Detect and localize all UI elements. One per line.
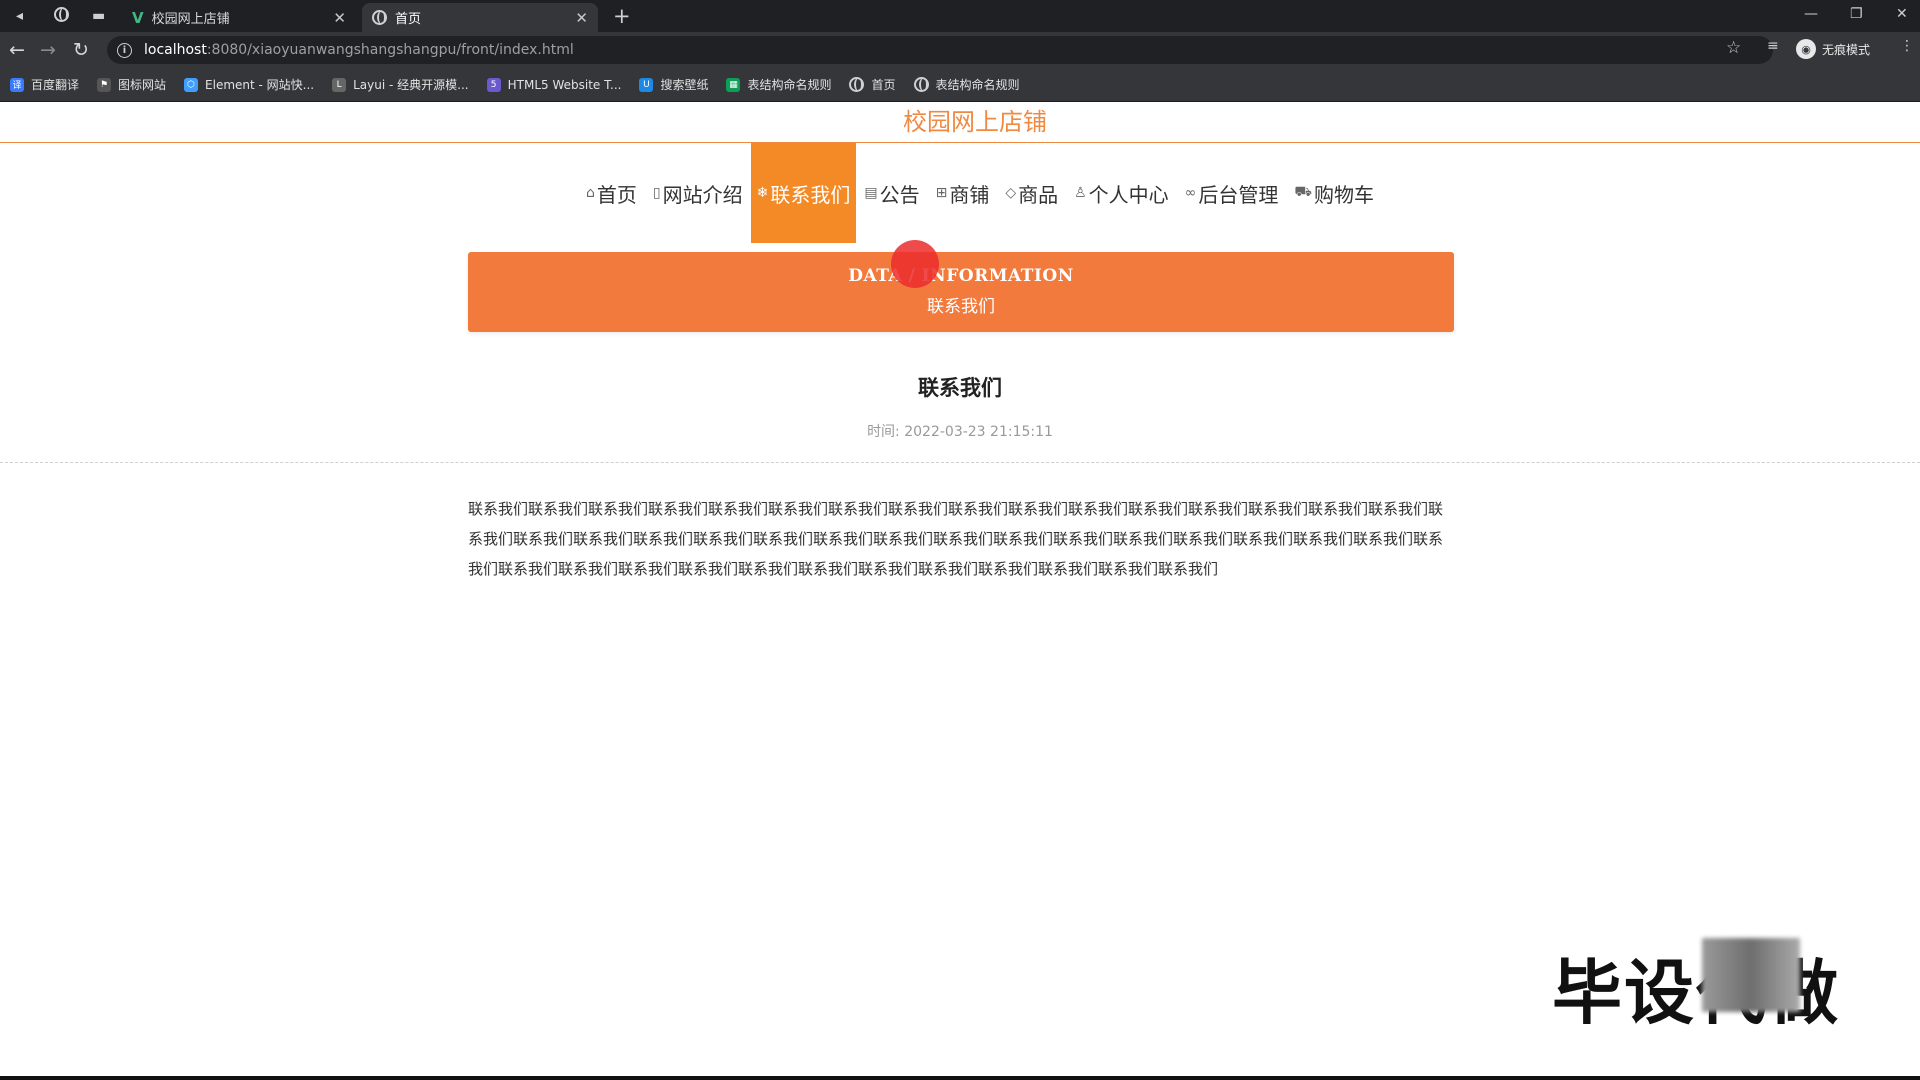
main-nav: ⌂ 首页 ▯ 网站介绍 ❄ 联系我们 ▤ 公告 ⊞ 商铺 ◇ 商品 ♙ 个人中心 ∞ 后台管理 … xyxy=(0,143,1920,243)
url-text: localhost:8080/xiaoyuanwangshangshangpu/… xyxy=(144,42,574,58)
globe-icon xyxy=(913,77,929,92)
article-body: 联系我们联系我们联系我们联系我们联系我们联系我们联系我们联系我们联系我们联系我们… xyxy=(468,500,1444,578)
globe-icon xyxy=(372,10,387,25)
nav-item-admin[interactable]: ∞ 后台管理 xyxy=(1177,143,1287,243)
bookmark-label: 图标网站 xyxy=(118,78,167,92)
bookmarks-bar: 译百度翻译 ⚑ 图标网站 ⬡ Element - 网站快... L Layui - 经… xyxy=(0,68,1920,102)
url-path: :8080/xiaoyuanwangshangshangpu/front/ind… xyxy=(206,42,574,58)
flag-icon: ⚑ xyxy=(97,77,112,92)
browser-toolbar: ← → ↻ i localhost:8080/xiaoyuanwangshang… xyxy=(0,32,1920,68)
bookmark-label: 百度翻译 xyxy=(31,78,80,92)
bookmark-label: 表结构命名规则 xyxy=(747,78,832,92)
nav-item-contact[interactable]: ❄ 联系我们 xyxy=(750,143,857,243)
bookmark-label: Layui - 经典开源模... xyxy=(353,78,469,92)
close-tab-icon[interactable]: ✕ xyxy=(575,9,588,27)
bookmark-item[interactable]: L Layui - 经典开源模... xyxy=(332,76,469,93)
element-icon: ⬡ xyxy=(184,77,199,92)
nav-item-profile[interactable]: ♙ 个人中心 xyxy=(1066,143,1177,243)
nav-item-goods[interactable]: ◇ 商品 xyxy=(997,143,1066,243)
bookmark-item[interactable]: 5 HTML5 Website T... xyxy=(486,77,622,92)
menu-kebab-icon[interactable]: ⋮ xyxy=(1900,38,1914,54)
watermark-blur xyxy=(1702,938,1800,1012)
nav-item-shop[interactable]: ⊞ 商铺 xyxy=(928,143,998,243)
globe-icon[interactable] xyxy=(54,7,69,27)
address-bar[interactable]: i localhost:8080/xiaoyuanwangshangshangp… xyxy=(107,36,1773,64)
forward-arrow-icon[interactable]: → xyxy=(40,38,56,62)
bookmark-item[interactable]: U 搜索壁纸 xyxy=(639,76,708,93)
nav-label: 公告 xyxy=(879,182,920,207)
bookmark-item[interactable]: ⬡ Element - 网站快... xyxy=(184,76,314,93)
reading-list-icon[interactable]: ≡ xyxy=(1767,38,1779,54)
window-icon[interactable]: ▬ xyxy=(92,7,105,25)
article-time: 时间: 2022-03-23 21:15:11 xyxy=(867,424,1053,440)
globe-icon xyxy=(849,77,865,92)
close-window-icon[interactable]: ✕ xyxy=(1896,6,1908,22)
nav-item-cart[interactable]: ⛟ 购物车 xyxy=(1286,143,1382,243)
bookmark-label: 搜索壁纸 xyxy=(660,78,709,92)
nav-label: 首页 xyxy=(596,182,637,207)
divider xyxy=(0,462,1920,463)
site-header: 校园网上店铺 xyxy=(0,102,1920,143)
nav-item-home[interactable]: ⌂ 首页 xyxy=(578,143,645,243)
nav-label: 个人中心 xyxy=(1088,182,1169,207)
bookmark-item[interactable]: 译百度翻译 xyxy=(10,76,79,93)
banner-chinese-title: 联系我们 xyxy=(927,297,995,317)
shop-icon: ⊞ xyxy=(935,185,948,201)
user-icon: ♙ xyxy=(1074,185,1087,201)
tab-title: 校园网上店铺 xyxy=(151,12,230,27)
restore-icon[interactable]: ❐ xyxy=(1850,6,1863,22)
link-icon: ∞ xyxy=(1184,185,1197,201)
audio-icon[interactable]: ◂ xyxy=(16,7,23,25)
book-icon: ▯ xyxy=(652,185,661,201)
notice-icon: ▤ xyxy=(864,185,878,201)
nav-label: 商品 xyxy=(1018,182,1059,207)
sheet-icon: ▦ xyxy=(726,77,741,92)
home-icon: ⌂ xyxy=(586,185,595,201)
close-tab-icon[interactable]: ✕ xyxy=(333,9,346,27)
bottom-edge xyxy=(0,1076,1920,1080)
browser-tab-shop[interactable]: V 校园网上店铺 ✕ xyxy=(122,3,356,32)
vue-logo-icon: V xyxy=(132,8,144,27)
info-icon[interactable]: i xyxy=(117,42,132,58)
bookmark-label: HTML5 Website T... xyxy=(507,77,622,92)
url-host: localhost xyxy=(144,42,207,58)
bookmark-star-icon[interactable]: ☆ xyxy=(1726,38,1741,58)
wallpaper-icon: U xyxy=(639,77,654,92)
html5-icon: 5 xyxy=(486,77,501,92)
bookmark-label: 表结构命名规则 xyxy=(935,78,1020,92)
cart-icon: ⛟ xyxy=(1294,184,1312,200)
new-tab-button[interactable]: + xyxy=(613,4,631,28)
nav-item-about[interactable]: ▯ 网站介绍 xyxy=(645,143,751,243)
nav-label: 联系我们 xyxy=(770,182,851,207)
bookmark-item[interactable]: ▦ 表结构命名规则 xyxy=(726,76,831,93)
tag-icon: ◇ xyxy=(1005,185,1017,201)
incognito-icon: ◉ xyxy=(1796,39,1816,59)
bookmark-item[interactable]: 表结构命名规则 xyxy=(913,76,1020,93)
bookmark-item[interactable]: ⚑ 图标网站 xyxy=(97,76,166,93)
nav-label: 商铺 xyxy=(949,182,990,207)
bookmark-item[interactable]: 首页 xyxy=(849,76,896,93)
article-title: 联系我们 xyxy=(918,376,1002,400)
minimize-icon[interactable]: — xyxy=(1804,6,1818,22)
site-title: 校园网上店铺 xyxy=(903,108,1047,136)
browser-tab-strip: ◂ ▬ V 校园网上店铺 ✕ 首页 ✕ + — ❐ ✕ xyxy=(0,0,1920,32)
nav-item-notice[interactable]: ▤ 公告 xyxy=(856,143,927,243)
translate-icon: 译 xyxy=(10,77,24,92)
reload-icon[interactable]: ↻ xyxy=(73,38,89,62)
banner-english-title: DATA / INFORMATION xyxy=(848,266,1074,286)
browser-tab-home[interactable]: 首页 ✕ xyxy=(362,3,598,32)
incognito-label: 无痕模式 xyxy=(1822,42,1871,57)
back-arrow-icon[interactable]: ← xyxy=(9,38,25,62)
nav-label: 后台管理 xyxy=(1198,182,1279,207)
incognito-badge[interactable]: ◉ 无痕模式 xyxy=(1796,39,1870,59)
mouse-cursor-highlight xyxy=(891,240,939,288)
tab-title: 首页 xyxy=(395,12,422,27)
nav-label: 网站介绍 xyxy=(662,182,743,207)
bookmark-label: Element - 网站快... xyxy=(205,78,315,92)
section-banner: DATA / INFORMATION 联系我们 xyxy=(468,252,1454,332)
layui-icon: L xyxy=(332,77,347,92)
contact-icon: ❄ xyxy=(756,185,769,201)
bookmark-label: 首页 xyxy=(871,78,896,92)
nav-label: 购物车 xyxy=(1313,182,1374,207)
